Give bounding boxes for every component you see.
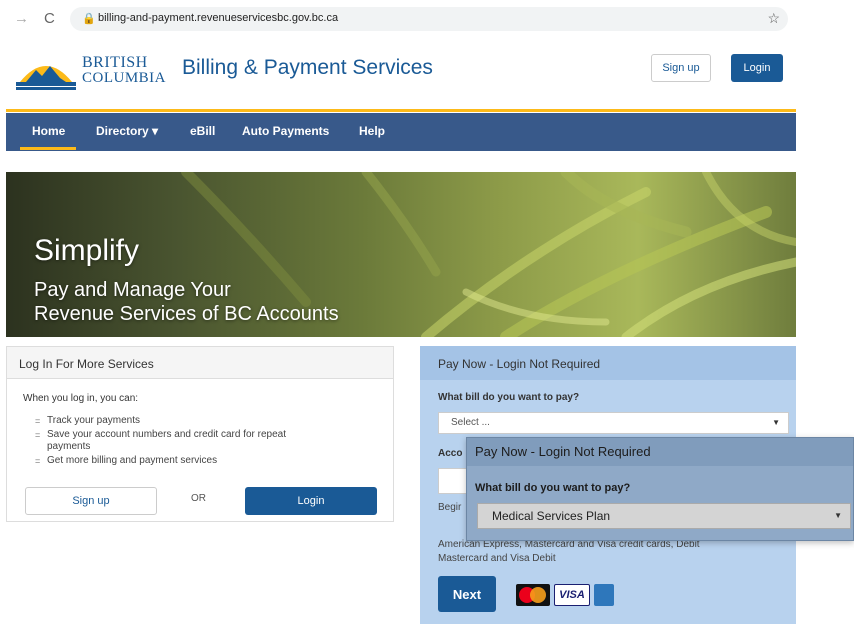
- benefit-item: Track your payments: [35, 415, 377, 427]
- lock-icon: 🔒: [82, 13, 96, 25]
- pay-panel-title: Pay Now - Login Not Required: [420, 346, 796, 380]
- login-button[interactable]: Login: [245, 487, 377, 515]
- nav-item-help[interactable]: Help: [359, 124, 385, 138]
- signup-button[interactable]: Sign up: [25, 487, 157, 515]
- site-title: Billing & Payment Services: [182, 56, 433, 79]
- login-panel-title: Log In For More Services: [7, 347, 393, 379]
- visa-icon: VISA: [554, 584, 590, 606]
- hero-headline: Simplify: [34, 234, 140, 267]
- hero-subline: Pay and Manage Your Revenue Services of …: [34, 278, 339, 326]
- benefits-list: Track your payments Save your account nu…: [35, 415, 377, 469]
- main-navbar: Home Directory ▾ eBill Auto Payments Hel…: [6, 113, 796, 151]
- header-login-button[interactable]: Login: [731, 54, 783, 82]
- nav-item-home[interactable]: Home: [32, 124, 65, 138]
- accepted-cards-line-2: Mastercard and Visa Debit: [438, 553, 556, 564]
- accepted-cards-text: American Express, Mastercard and Visa cr…: [438, 538, 758, 566]
- chevron-down-icon: ▼: [834, 511, 842, 520]
- account-label: Acco: [438, 448, 463, 459]
- login-panel-intro: When you log in, you can:: [23, 393, 139, 404]
- bill-question-label: What bill do you want to pay?: [438, 392, 580, 403]
- bookmark-star-icon[interactable]: ☆: [767, 10, 780, 27]
- callout-question: What bill do you want to pay?: [475, 482, 631, 494]
- nav-item-directory[interactable]: Directory ▾: [96, 124, 158, 138]
- hero-banner: Simplify Pay and Manage Your Revenue Ser…: [6, 172, 796, 337]
- callout-title: Pay Now - Login Not Required: [467, 438, 853, 466]
- callout-bill-select[interactable]: Medical Services Plan ▼: [477, 503, 851, 529]
- bc-logo[interactable]: BRITISH COLUMBIA: [16, 48, 166, 100]
- reload-icon[interactable]: C: [44, 10, 55, 27]
- bill-type-select-value: Select ...: [451, 417, 490, 428]
- login-panel: Log In For More Services When you log in…: [6, 346, 394, 522]
- bill-type-select[interactable]: Select ... ▼: [438, 412, 789, 434]
- or-separator: OR: [191, 493, 206, 504]
- benefit-item: Save your account numbers and credit car…: [35, 429, 377, 441]
- callout-bill-select-value: Medical Services Plan: [492, 509, 611, 523]
- benefit-item: Get more billing and payment services: [35, 455, 377, 467]
- nav-active-indicator: [20, 147, 76, 150]
- nav-item-ebill[interactable]: eBill: [190, 124, 215, 138]
- begin-label: Begir: [438, 502, 462, 513]
- address-bar[interactable]: 🔒 billing-and-payment.revenueservicesbc.…: [70, 7, 788, 31]
- nav-item-auto-payments[interactable]: Auto Payments: [242, 124, 329, 138]
- mastercard-icon: [516, 584, 550, 606]
- header-signup-button[interactable]: Sign up: [651, 54, 711, 82]
- bc-sun-logo-icon: [16, 66, 76, 90]
- logo-text-columbia: COLUMBIA: [82, 70, 167, 86]
- browser-chrome: → C 🔒 billing-and-payment.revenueservice…: [0, 0, 854, 38]
- benefit-item-continued: payments: [47, 441, 91, 452]
- hero-subline-2: Revenue Services of BC Accounts: [34, 303, 339, 325]
- chevron-down-icon: ▼: [772, 418, 780, 427]
- site-header: BRITISH COLUMBIA Billing & Payment Servi…: [6, 38, 796, 112]
- hero-subline-1: Pay and Manage Your: [34, 279, 231, 301]
- next-button[interactable]: Next: [438, 576, 496, 612]
- url-text: billing-and-payment.revenueservicesbc.go…: [98, 12, 339, 24]
- zoomed-callout: Pay Now - Login Not Required What bill d…: [466, 437, 854, 541]
- amex-icon: [594, 584, 614, 606]
- back-arrow-icon[interactable]: →: [14, 10, 29, 27]
